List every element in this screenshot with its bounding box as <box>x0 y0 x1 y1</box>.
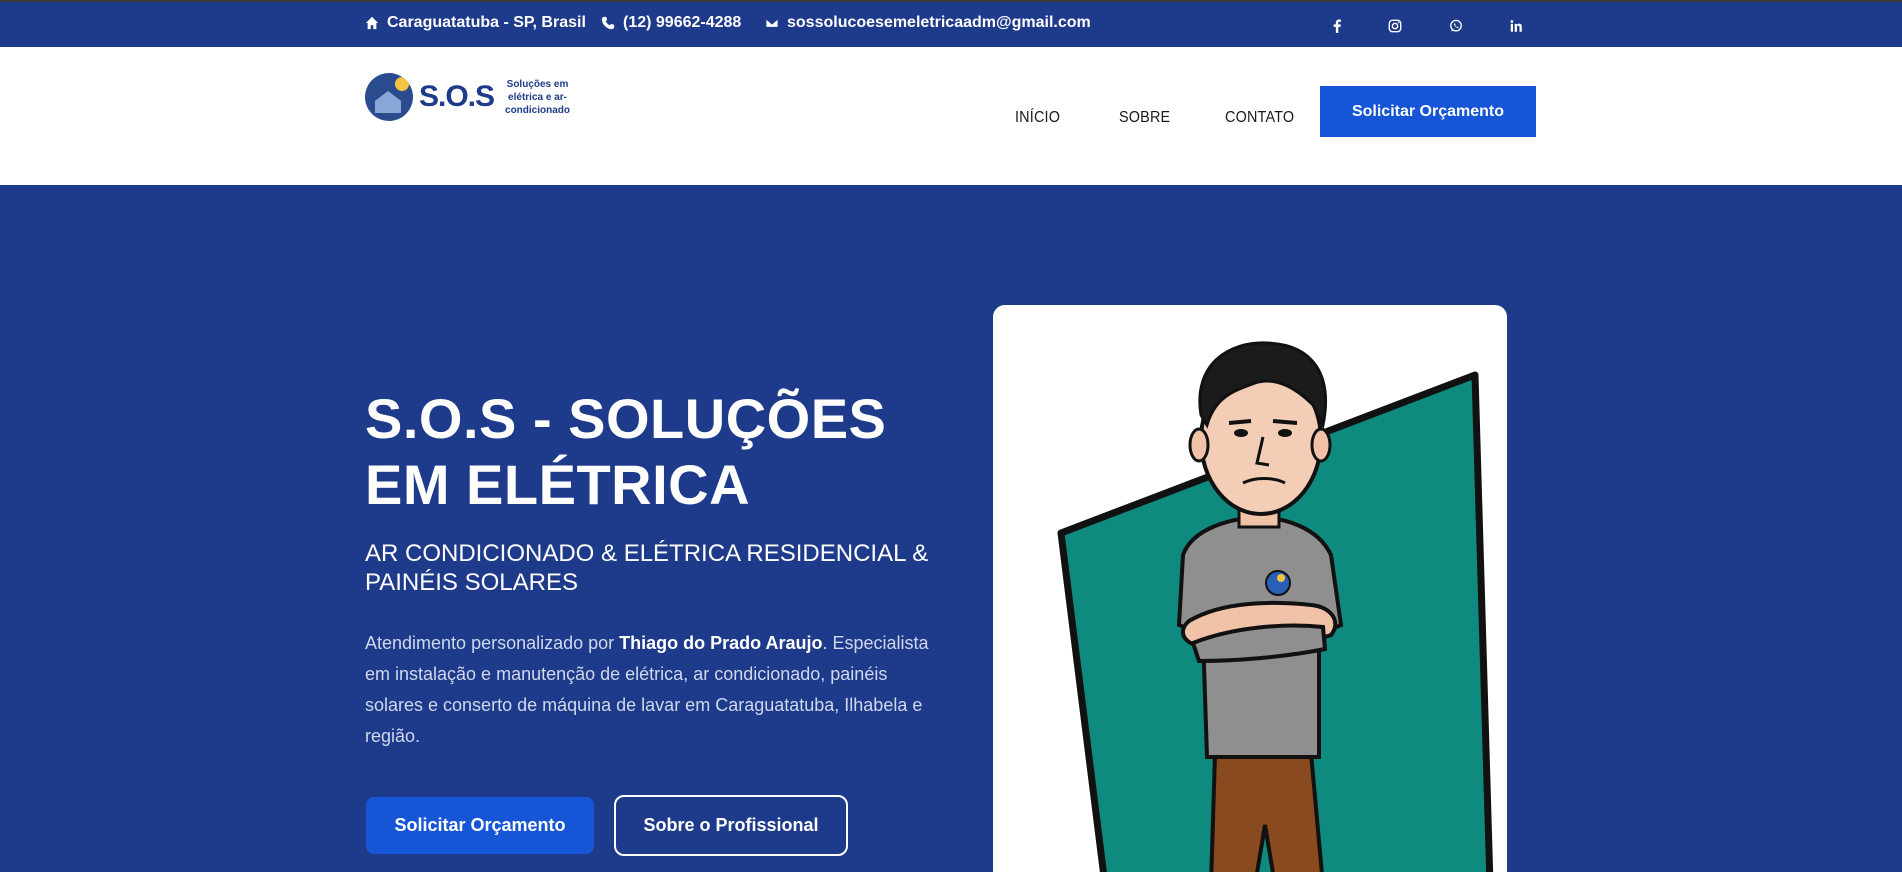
home-icon <box>365 16 379 30</box>
facebook-icon[interactable] <box>1327 16 1347 36</box>
nav-contato[interactable]: CONTATO <box>1225 109 1294 127</box>
phone-info[interactable]: (12) 99662-4288 <box>601 14 741 32</box>
nav-sobre[interactable]: SOBRE <box>1119 109 1170 127</box>
phone-icon <box>601 16 615 30</box>
envelope-icon <box>765 18 779 28</box>
phone-text: (12) 99662-4288 <box>623 14 742 31</box>
professional-illustration-card <box>993 305 1507 872</box>
hero-quote-button[interactable]: Solicitar Orçamento <box>366 797 594 854</box>
about-professional-button[interactable]: Sobre o Profissional <box>614 795 848 856</box>
whatsapp-icon[interactable] <box>1446 16 1466 36</box>
email-info[interactable]: sossolucoesemeletricaadm@gmail.com <box>765 14 1091 32</box>
hero-title: S.O.S - SOLUÇÕES EM ELÉTRICA <box>365 387 887 516</box>
professional-caricature-illustration <box>1057 341 1494 872</box>
logo-tagline: Soluções em elétrica e ar-condicionado <box>505 78 571 116</box>
instagram-icon[interactable] <box>1385 16 1405 36</box>
address-text: Caraguatatuba - SP, Brasil <box>387 14 586 31</box>
site-logo[interactable]: S.O.S Soluções em elétrica e ar-condicio… <box>365 71 575 123</box>
header-quote-button[interactable]: Solicitar Orçamento <box>1320 86 1536 137</box>
nav-inicio[interactable]: INÍCIO <box>1015 109 1060 127</box>
hero-description: Atendimento personalizado por Thiago do … <box>365 633 929 746</box>
professional-name: Thiago do Prado Araujo <box>619 633 823 653</box>
linkedin-icon[interactable] <box>1506 16 1526 36</box>
logo-emblem-icon <box>365 73 413 121</box>
email-text: sossolucoesemeletricaadm@gmail.com <box>787 14 1091 31</box>
top-info-bar: Caraguatatuba - SP, Brasil (12) 99662-42… <box>0 0 1902 47</box>
address-info: Caraguatatuba - SP, Brasil <box>365 14 586 32</box>
hero-section <box>0 185 1902 872</box>
hero-subtitle: AR CONDICIONADO & ELÉTRICA RESIDENCIAL &… <box>365 540 929 596</box>
logo-mark: S.O.S <box>419 80 495 113</box>
site-header: S.O.S Soluções em elétrica e ar-condicio… <box>0 47 1902 185</box>
